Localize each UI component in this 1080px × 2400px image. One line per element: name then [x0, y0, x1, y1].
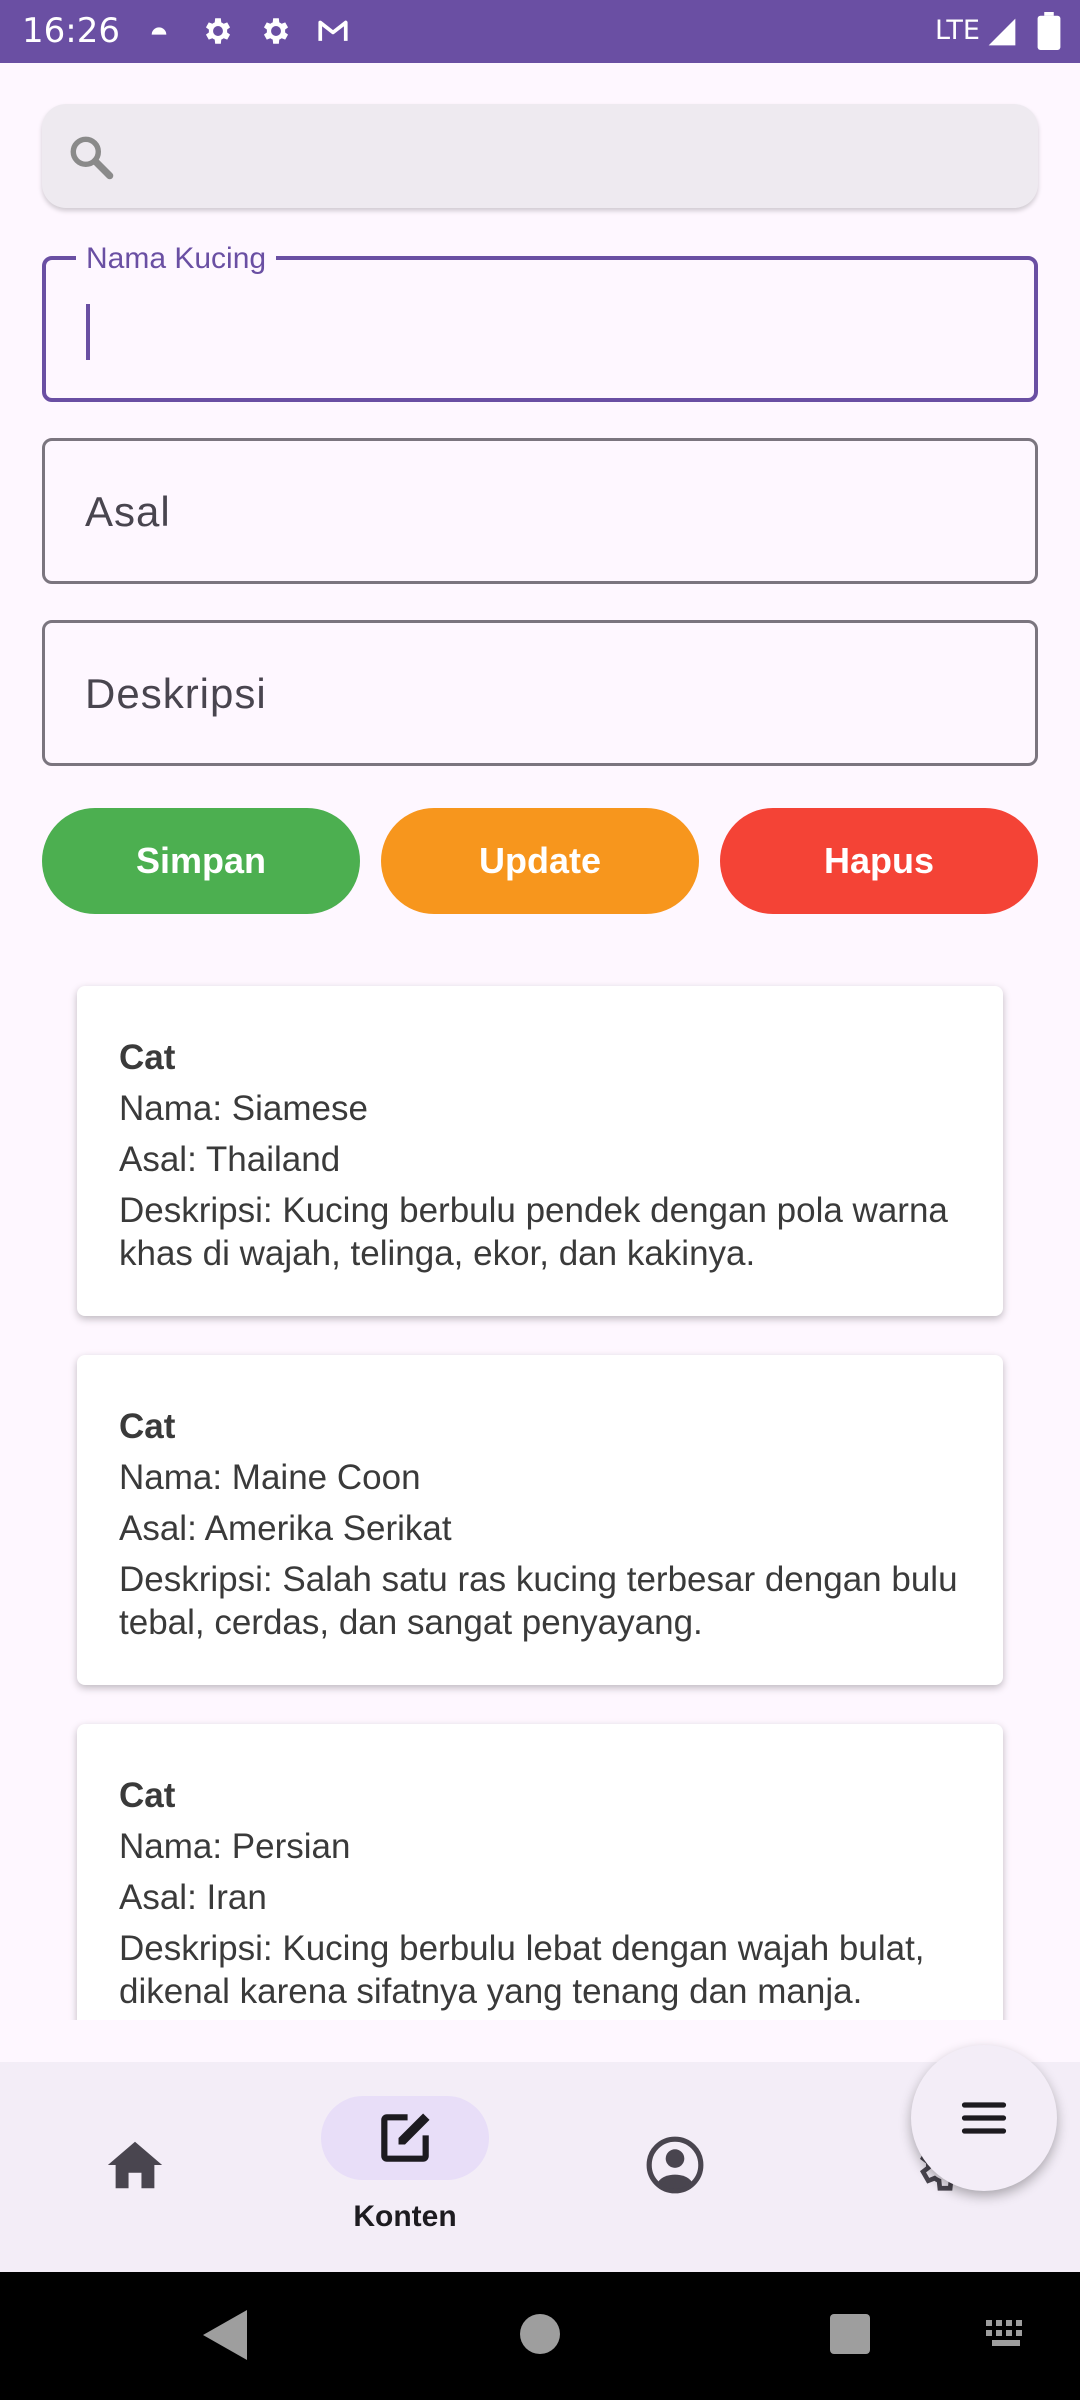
nav-item-konten[interactable]: Konten [270, 2062, 540, 2272]
card-title: Cat [119, 1038, 176, 1077]
battery-icon [1037, 12, 1061, 50]
cat-name: Nama: Persian [119, 1827, 351, 1866]
keyboard-icon[interactable] [986, 2320, 1030, 2348]
home-icon [107, 2141, 163, 2189]
update-button[interactable]: Update [381, 808, 699, 914]
cat-card[interactable]: Cat Nama: Maine Coon Asal: Amerika Serik… [77, 1355, 1003, 1685]
origin-placeholder: Asal [85, 488, 171, 535]
active-indicator [321, 2096, 489, 2180]
cat-description: Deskripsi: Salah satu ras kucing terbesa… [119, 1560, 958, 1642]
card-title: Cat [119, 1776, 176, 1815]
cat-description: Deskripsi: Kucing berbulu lebat dengan w… [119, 1929, 925, 2011]
status-bar: 16:26 LTE [0, 0, 1080, 63]
description-field[interactable]: Deskripsi [42, 620, 1038, 766]
card-title: Cat [119, 1407, 176, 1446]
save-button[interactable]: Simpan [42, 808, 360, 914]
menu-fab[interactable] [911, 2045, 1057, 2191]
back-icon[interactable] [203, 2310, 247, 2360]
cat-name-field[interactable]: Nama Kucing [42, 242, 1038, 402]
gear-icon [263, 18, 289, 44]
menu-icon [961, 2102, 1007, 2134]
nav-label-konten: Konten [353, 2200, 457, 2233]
cat-name: Nama: Maine Coon [119, 1458, 421, 1497]
cat-name: Nama: Siamese [119, 1089, 368, 1128]
search-input[interactable] [132, 126, 1016, 188]
home-button-icon[interactable] [520, 2314, 560, 2354]
clock: 16:26 [22, 11, 120, 51]
cat-list[interactable]: Cat Nama: Siamese Asal: Thailand Deskrip… [0, 960, 1080, 2020]
gear-icon [205, 18, 231, 44]
search-bar[interactable] [42, 104, 1038, 208]
cat-name-label: Nama Kucing [76, 242, 277, 276]
profile-icon [646, 2136, 704, 2194]
cat-origin: Asal: Amerika Serikat [119, 1509, 452, 1548]
cat-origin: Asal: Thailand [119, 1140, 341, 1179]
cat-description: Deskripsi: Kucing berbulu pendek dengan … [119, 1191, 948, 1273]
gmail-icon [318, 20, 348, 41]
nav-item-profile[interactable] [540, 2062, 810, 2272]
cloud-icon [151, 27, 167, 35]
delete-button[interactable]: Hapus [720, 808, 1038, 914]
recents-icon[interactable] [830, 2314, 870, 2354]
network-type: LTE [935, 15, 980, 46]
description-placeholder: Deskripsi [85, 670, 267, 717]
nav-item-home[interactable] [0, 2062, 270, 2272]
edit-icon [381, 2113, 430, 2162]
signal-icon [988, 18, 1016, 46]
cat-card[interactable]: Cat Nama: Persian Asal: Iran Deskripsi: … [77, 1724, 1003, 2020]
cat-card[interactable]: Cat Nama: Siamese Asal: Thailand Deskrip… [77, 986, 1003, 1316]
cat-origin: Asal: Iran [119, 1878, 267, 1917]
system-navigation-bar [0, 2272, 1080, 2400]
text-cursor [86, 304, 90, 360]
origin-field[interactable]: Asal [42, 438, 1038, 584]
search-icon [70, 136, 114, 180]
